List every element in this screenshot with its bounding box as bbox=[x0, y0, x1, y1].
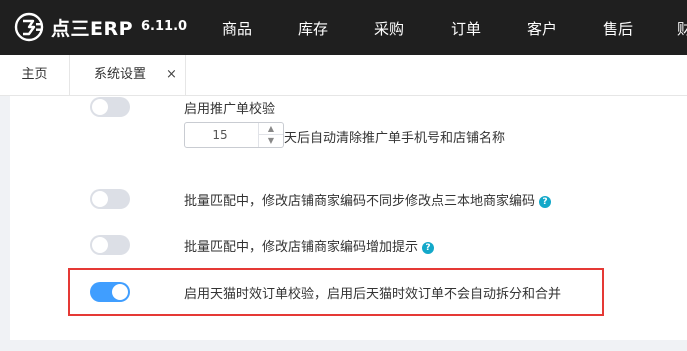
promo-days-value[interactable]: 15 bbox=[185, 123, 255, 147]
close-icon[interactable]: × bbox=[166, 55, 177, 95]
stepper-arrows: ▲ ▼ bbox=[258, 123, 283, 147]
batch-no-sync-label: 批量匹配中，修改店铺商家编码不同步修改点三本地商家编码 bbox=[184, 194, 536, 209]
batch-add-tip-label: 批量匹配中，修改店铺商家编码增加提示 bbox=[184, 240, 419, 255]
nav-item-customers[interactable]: 客户 bbox=[527, 18, 557, 39]
batch-no-sync-row: 批量匹配中，修改店铺商家编码不同步修改点三本地商家编码? bbox=[184, 190, 552, 209]
batch-no-sync-toggle[interactable] bbox=[90, 189, 130, 209]
version-label: 6.11.0 bbox=[141, 19, 188, 34]
nav-item-inventory[interactable]: 库存 bbox=[298, 18, 328, 39]
nav-item-purchasing[interactable]: 采购 bbox=[374, 18, 404, 39]
nav-item-orders[interactable]: 订单 bbox=[451, 18, 481, 39]
tab-home-label: 主页 bbox=[21, 67, 48, 82]
tmall-check-label: 启用天猫时效订单校验，启用后天猫时效订单不会自动拆分和合并 bbox=[184, 287, 562, 302]
nav-item-products[interactable]: 商品 bbox=[222, 18, 252, 39]
nav-item-after-sales[interactable]: 售后 bbox=[603, 18, 633, 39]
chevron-down-icon[interactable]: ▼ bbox=[259, 135, 283, 147]
toggle-knob bbox=[92, 191, 108, 207]
settings-panel: 启用推广单校验 15 ▲ ▼ 天后自动清除推广单手机号和店铺名称 批量匹配中，修… bbox=[10, 96, 687, 340]
help-icon[interactable]: ? bbox=[539, 196, 552, 208]
promo-days-stepper[interactable]: 15 ▲ ▼ bbox=[184, 122, 284, 148]
app-logo[interactable]: 点三ERP bbox=[14, 12, 133, 42]
logo-icon bbox=[14, 12, 44, 42]
toggle-knob bbox=[92, 237, 108, 253]
logo-text: 点三ERP bbox=[51, 17, 134, 40]
tab-bar: 主页 系统设置 × bbox=[0, 55, 687, 96]
nav-item-finance[interactable]: 财 bbox=[677, 18, 687, 39]
promo-check-label: 启用推广单校验 bbox=[184, 102, 276, 117]
batch-add-tip-row: 批量匹配中，修改店铺商家编码增加提示? bbox=[184, 236, 435, 255]
tmall-check-toggle[interactable] bbox=[90, 282, 130, 302]
tab-home[interactable]: 主页 bbox=[0, 55, 70, 95]
promo-days-suffix: 天后自动清除推广单手机号和店铺名称 bbox=[284, 131, 506, 146]
chevron-up-icon[interactable]: ▲ bbox=[259, 123, 283, 135]
toggle-knob bbox=[92, 99, 108, 115]
tab-system-settings[interactable]: 系统设置 × bbox=[70, 55, 186, 95]
help-icon[interactable]: ? bbox=[422, 242, 435, 254]
promo-check-toggle[interactable] bbox=[90, 97, 130, 117]
top-bar: 点三ERP 6.11.0 商品 库存 采购 订单 客户 售后 财 bbox=[0, 0, 687, 55]
batch-add-tip-toggle[interactable] bbox=[90, 235, 130, 255]
toggle-knob bbox=[112, 284, 128, 300]
tab-settings-label: 系统设置 bbox=[94, 67, 147, 82]
